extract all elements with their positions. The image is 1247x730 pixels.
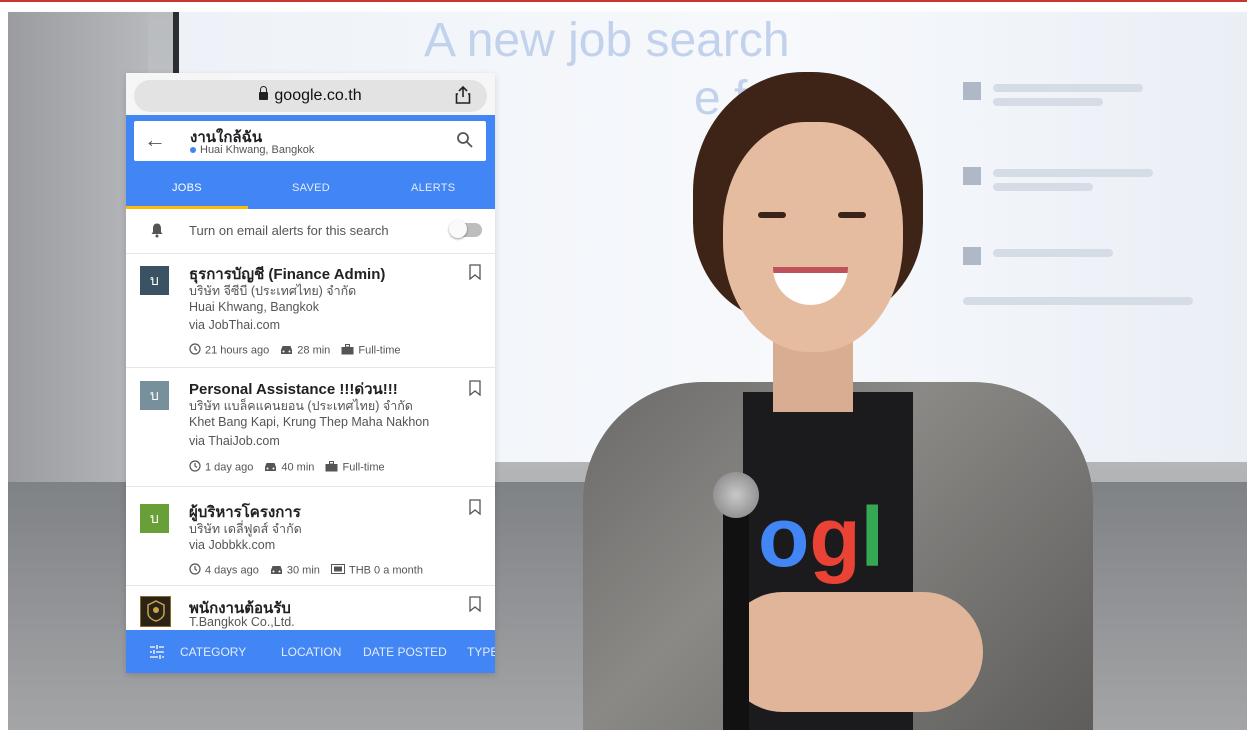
bookmark-icon[interactable]	[469, 264, 481, 280]
job-source: via Jobbkk.com	[189, 538, 276, 552]
clock-icon	[189, 460, 201, 475]
tab-jobs[interactable]: JOBS	[172, 182, 202, 194]
briefcase-icon	[341, 343, 354, 358]
job-posted: 21 hours ago	[205, 344, 270, 357]
search-location: Huai Khwang, Bangkok	[190, 144, 314, 156]
company-logo: บ	[140, 381, 169, 410]
job-meta: 1 day ago 40 min Full-time	[189, 460, 385, 475]
phone-screenshot: google.co.th ← งานใกล้ฉัน Huai Khwang, B…	[126, 73, 495, 673]
email-alert-label: Turn on email alerts for this search	[189, 223, 389, 238]
filter-date-posted[interactable]: DATE POSTED	[363, 645, 447, 659]
back-arrow-icon[interactable]: ←	[144, 129, 166, 151]
job-company: T.Bangkok Co.,Ltd.	[189, 615, 295, 629]
job-location: Khet Bang Kapi, Krung Thep Maha Nakhon	[189, 415, 430, 429]
search-location-text: Huai Khwang, Bangkok	[200, 144, 315, 156]
job-commute: 30 min	[286, 564, 320, 577]
job-source: via JobThai.com	[189, 318, 281, 332]
job-commute: 28 min	[297, 344, 331, 357]
microphone	[713, 472, 759, 730]
location-dot-icon	[190, 147, 196, 154]
bell-icon	[151, 223, 163, 238]
job-company: บริษัท แบล็คแคนยอน (ประเทศไทย) จำกัด	[189, 399, 413, 413]
address-bar[interactable]: google.co.th	[134, 80, 487, 112]
tab-alerts[interactable]: ALERTS	[411, 182, 455, 194]
job-card[interactable]: บ ธุรการบัญชี (Finance Admin) บริษัท จีซ…	[126, 254, 495, 368]
briefcase-icon	[325, 460, 338, 475]
search-box[interactable]: ← งานใกล้ฉัน Huai Khwang, Bangkok	[134, 121, 486, 161]
screenshot-frame: A new job search e for ogl	[0, 0, 1247, 730]
job-source: via ThaiJob.com	[189, 434, 280, 448]
filter-location[interactable]: LOCATION	[281, 645, 341, 659]
url-text: google.co.th	[274, 87, 362, 104]
address-text: google.co.th	[134, 86, 487, 105]
toggle-knob	[449, 220, 467, 238]
presenter-eye	[838, 212, 866, 218]
presenter-face	[723, 122, 903, 352]
filter-bar: CATEGORY LOCATION DATE POSTED TYPE	[126, 630, 495, 673]
job-salary: THB 0 a month	[348, 564, 423, 577]
car-icon	[270, 564, 283, 578]
job-commute: 40 min	[281, 461, 315, 474]
company-logo	[140, 596, 171, 627]
presenter-neck	[773, 342, 853, 412]
microphone-head	[713, 472, 759, 518]
company-logo: บ	[140, 266, 169, 295]
filter-category[interactable]: CATEGORY	[180, 645, 246, 659]
company-logo: บ	[140, 504, 169, 533]
browser-bar: google.co.th	[126, 73, 495, 115]
tab-saved[interactable]: SAVED	[292, 182, 330, 194]
crest-icon	[146, 600, 165, 622]
job-posted: 1 day ago	[205, 461, 254, 474]
bookmark-icon[interactable]	[469, 380, 481, 396]
job-card[interactable]: บ ผู้บริหารโครงการ บริษัท เดลี่ฟูดส์ จำก…	[126, 487, 495, 586]
job-posted: 4 days ago	[205, 564, 259, 577]
presenter: ogl	[573, 52, 1093, 730]
top-accent-line	[0, 0, 1247, 2]
filter-sliders-icon[interactable]	[148, 643, 166, 661]
job-meta: 4 days ago 30 min THB 0 a month	[189, 563, 423, 578]
job-meta: 21 hours ago 28 min Full-time	[189, 343, 401, 358]
bookmark-icon[interactable]	[469, 596, 481, 612]
job-type: Full-time	[358, 344, 401, 357]
presenter-hands	[723, 592, 983, 712]
job-type: Full-time	[342, 461, 385, 474]
shirt-logo: ogl	[758, 490, 884, 584]
job-company: บริษัท เดลี่ฟูดส์ จำกัด	[189, 522, 302, 536]
car-icon	[280, 344, 293, 358]
clock-icon	[189, 343, 201, 358]
money-icon	[330, 564, 345, 577]
job-location: Huai Khwang, Bangkok	[189, 300, 319, 314]
email-alert-row: Turn on email alerts for this search	[126, 209, 495, 254]
search-icon[interactable]	[456, 131, 474, 149]
lock-icon	[259, 86, 269, 100]
job-company: บริษัท จีซีบี (ประเทศไทย) จำกัด	[189, 284, 357, 298]
tab-bar: JOBS SAVED ALERTS	[126, 173, 495, 209]
job-card[interactable]: บ Personal Assistance !!!ด่วน!!! บริษัท …	[126, 368, 495, 487]
filter-type[interactable]: TYPE	[467, 645, 495, 659]
bookmark-icon[interactable]	[469, 499, 481, 515]
clock-icon	[189, 563, 201, 578]
car-icon	[264, 461, 277, 475]
presenter-eye	[758, 212, 786, 218]
microphone-body	[723, 514, 749, 730]
share-icon[interactable]	[453, 85, 473, 105]
email-alert-toggle[interactable]	[449, 220, 482, 238]
